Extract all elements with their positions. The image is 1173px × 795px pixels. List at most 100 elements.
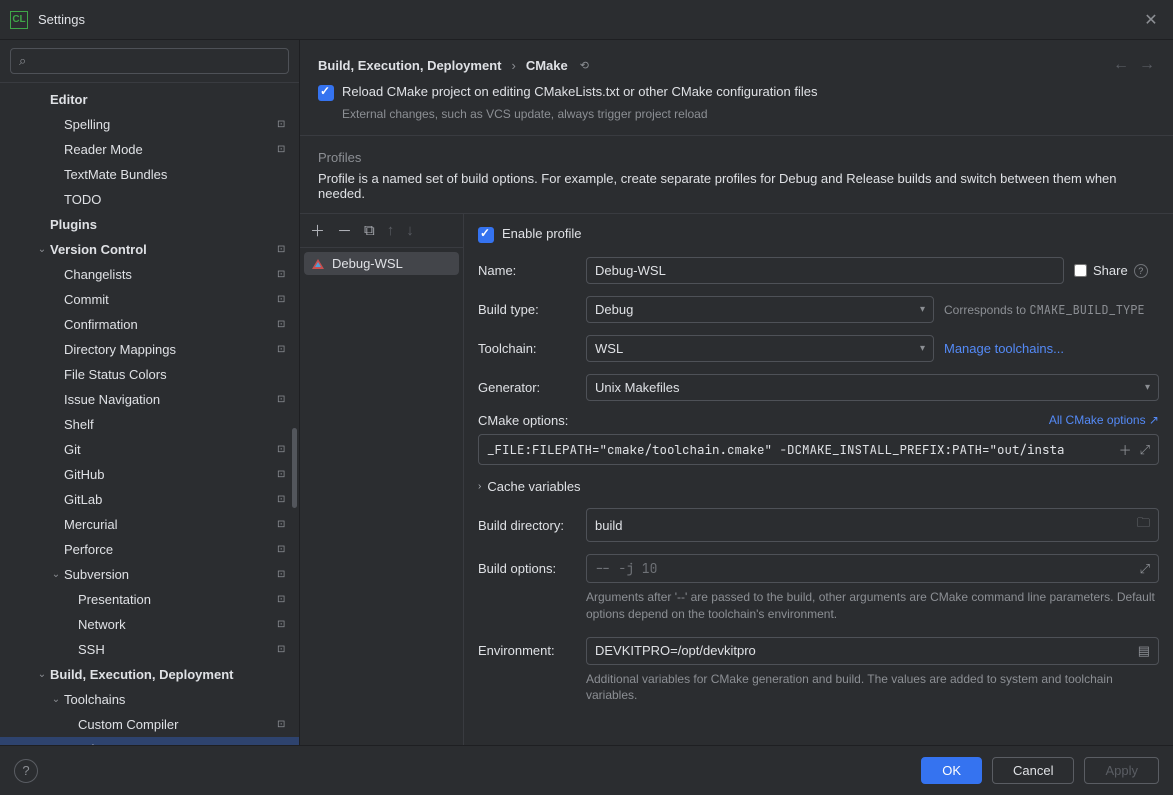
copy-profile-icon[interactable]: ⧉ [364, 222, 375, 239]
cache-variables-label: Cache variables [487, 479, 580, 494]
tree-item[interactable]: SSH⊡ [0, 637, 299, 662]
reload-checkbox[interactable] [318, 85, 334, 101]
tree-item-label: Spelling [64, 117, 277, 132]
tree-item[interactable]: Spelling⊡ [0, 112, 299, 137]
tree-item[interactable]: CMake⊡ [0, 737, 299, 745]
help-icon[interactable]: ? [1134, 264, 1148, 278]
tree-item-label: Shelf [64, 417, 277, 432]
tree-item-label: File Status Colors [64, 367, 277, 382]
move-down-icon: ↓ [406, 222, 414, 239]
tree-item[interactable]: GitHub⊡ [0, 462, 299, 487]
search-input[interactable]: ⌕ [10, 48, 289, 74]
tree-item[interactable]: Mercurial⊡ [0, 512, 299, 537]
chevron-right-icon: › [478, 481, 481, 492]
search-field[interactable] [32, 54, 280, 69]
apply-button: Apply [1084, 757, 1159, 784]
tree-item[interactable]: TODO [0, 187, 299, 212]
help-button[interactable]: ? [14, 759, 38, 783]
tree-item[interactable]: Editor [0, 87, 299, 112]
scrollbar-thumb[interactable] [292, 428, 297, 508]
tree-item[interactable]: ⌄Subversion⊡ [0, 562, 299, 587]
tree-item[interactable]: Perforce⊡ [0, 537, 299, 562]
name-input[interactable] [586, 257, 1064, 284]
cmakeopts-input[interactable]: _FILE:FILEPATH="cmake/toolchain.cmake" -… [478, 434, 1159, 465]
tree-item-label: CMake [64, 742, 277, 745]
generator-value: Unix Makefiles [595, 380, 680, 395]
profiles-header: Profiles [300, 136, 1173, 171]
tree-item[interactable]: Presentation⊡ [0, 587, 299, 612]
tree-item[interactable]: Shelf [0, 412, 299, 437]
enable-profile-checkbox[interactable] [478, 227, 494, 243]
nav-forward-icon[interactable]: → [1139, 56, 1155, 74]
tree-item[interactable]: Commit⊡ [0, 287, 299, 312]
remove-profile-icon[interactable]: － [337, 220, 352, 241]
tree-item[interactable]: Directory Mappings⊡ [0, 337, 299, 362]
tree-item-label: GitHub [64, 467, 277, 482]
tree-item[interactable]: Custom Compiler⊡ [0, 712, 299, 737]
toolchain-value: WSL [595, 341, 623, 356]
tree-item[interactable]: ⌄Version Control⊡ [0, 237, 299, 262]
expand-icon[interactable]: ⤢ [1140, 442, 1150, 458]
tree-item[interactable]: Reader Mode⊡ [0, 137, 299, 162]
profiles-desc: Profile is a named set of build options.… [300, 171, 1173, 214]
env-input[interactable]: ▤ [586, 637, 1159, 665]
tree-item-label: Mercurial [64, 517, 277, 532]
cmakeopts-label: CMake options: [478, 413, 568, 428]
tree-item[interactable]: GitLab⊡ [0, 487, 299, 512]
tree-item[interactable]: Confirmation⊡ [0, 312, 299, 337]
profile-entry[interactable]: Debug-WSL [304, 252, 459, 275]
cache-variables-toggle[interactable]: › Cache variables [478, 479, 1159, 494]
builddir-label: Build directory: [478, 518, 576, 533]
all-cmake-options-link[interactable]: All CMake options ↗ [1049, 413, 1159, 428]
modified-indicator-icon: ⊡ [277, 344, 293, 355]
buildtype-hint: Corresponds to CMAKE_BUILD_TYPE [944, 302, 1145, 318]
tree-item[interactable]: Changelists⊡ [0, 262, 299, 287]
tree-item[interactable]: Plugins [0, 212, 299, 237]
generator-select[interactable]: Unix Makefiles ▾ [586, 374, 1159, 401]
tree-item[interactable]: TextMate Bundles [0, 162, 299, 187]
list-icon[interactable]: ▤ [1138, 643, 1150, 659]
tree-item[interactable]: Issue Navigation⊡ [0, 387, 299, 412]
sidebar: ⌕ EditorSpelling⊡Reader Mode⊡TextMate Bu… [0, 40, 300, 745]
tree-item-label: Subversion [64, 567, 277, 582]
modified-indicator-icon: ⊡ [277, 569, 293, 580]
breadcrumb-parent: Build, Execution, Deployment [318, 58, 501, 73]
modified-indicator-icon: ⊡ [277, 619, 293, 630]
window-title: Settings [38, 12, 1139, 27]
tree-item[interactable]: ⌄Toolchains [0, 687, 299, 712]
modified-indicator-icon: ⊡ [277, 444, 293, 455]
toolchain-select[interactable]: WSL ▾ [586, 335, 934, 362]
close-icon[interactable]: ✕ [1139, 10, 1163, 30]
expand-icon[interactable]: ⤢ [1140, 561, 1150, 577]
add-profile-icon[interactable]: ＋ [310, 220, 325, 241]
tree-item-label: Plugins [50, 217, 277, 232]
tree-item[interactable]: File Status Colors [0, 362, 299, 387]
share-checkbox[interactable] [1074, 264, 1087, 277]
chevron-down-icon: ⌄ [48, 569, 64, 580]
buildtype-select[interactable]: Debug ▾ [586, 296, 934, 323]
folder-icon[interactable]: 🗀 [1137, 514, 1150, 536]
name-label: Name: [478, 263, 576, 278]
tree-item-label: SSH [78, 642, 277, 657]
buildopts-input[interactable]: ⤢ [586, 554, 1159, 583]
tree-item[interactable]: Network⊡ [0, 612, 299, 637]
chevron-down-icon: ▾ [920, 343, 925, 354]
tree-item[interactable]: Git⊡ [0, 437, 299, 462]
cancel-button[interactable]: Cancel [992, 757, 1074, 784]
tree-item-label: Perforce [64, 542, 277, 557]
tree-item[interactable]: ⌄Build, Execution, Deployment [0, 662, 299, 687]
reset-icon[interactable]: ⟲ [578, 57, 591, 74]
search-icon: ⌕ [19, 53, 26, 69]
settings-tree[interactable]: EditorSpelling⊡Reader Mode⊡TextMate Bund… [0, 83, 299, 745]
enable-profile-label: Enable profile [502, 226, 582, 241]
app-icon: CL [10, 11, 28, 29]
plus-icon[interactable]: ＋ [1119, 440, 1132, 459]
builddir-input[interactable]: 🗀 [586, 508, 1159, 542]
modified-indicator-icon: ⊡ [277, 119, 293, 130]
env-label: Environment: [478, 643, 576, 658]
modified-indicator-icon: ⊡ [277, 469, 293, 480]
chevron-down-icon: ▾ [920, 304, 925, 315]
nav-back-icon[interactable]: ← [1113, 56, 1129, 74]
manage-toolchains-link[interactable]: Manage toolchains... [944, 341, 1064, 356]
ok-button[interactable]: OK [921, 757, 982, 784]
